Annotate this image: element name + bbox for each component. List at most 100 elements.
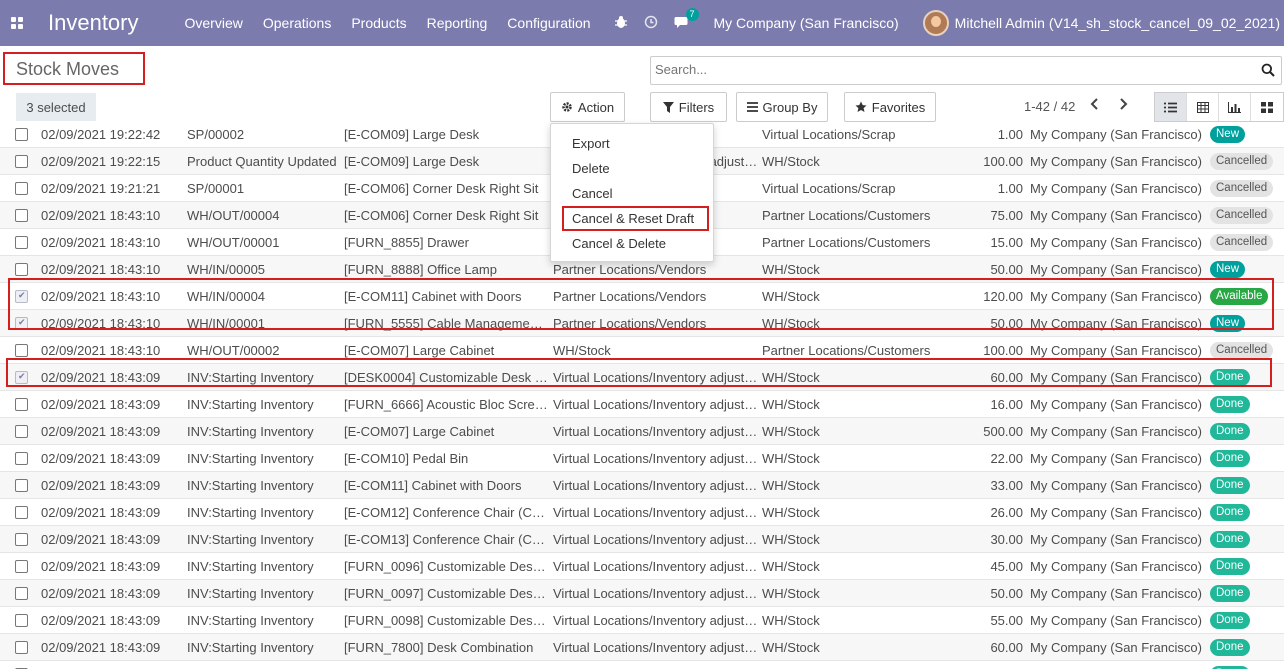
table-row[interactable]: 02/09/2021 18:43:09INV:Starting Inventor… <box>0 661 1284 669</box>
table-row[interactable]: 02/09/2021 18:43:09INV:Starting Inventor… <box>0 580 1284 607</box>
cell-source-location: Virtual Locations/Inventory adjustment <box>553 559 758 574</box>
bug-icon[interactable] <box>614 15 628 32</box>
cell-source-location: Virtual Locations/Inventory adjustment <box>553 424 758 439</box>
cell-date: 02/09/2021 18:43:09 <box>41 451 161 466</box>
menu-operations[interactable]: Operations <box>263 15 331 31</box>
table-row[interactable]: 02/09/2021 18:43:09INV:Starting Inventor… <box>0 526 1284 553</box>
graph-view-icon[interactable] <box>1219 93 1251 121</box>
cell-destination-location: WH/Stock <box>762 154 820 169</box>
row-checkbox[interactable] <box>15 344 28 357</box>
filters-button[interactable]: Filters <box>650 92 727 122</box>
star-icon <box>855 101 867 112</box>
row-checkbox[interactable] <box>15 560 28 573</box>
cell-product: [E-COM11] Cabinet with Doors <box>344 289 522 304</box>
table-row[interactable]: 02/09/2021 18:43:09INV:Starting Inventor… <box>0 634 1284 661</box>
cell-quantity: 22.00 <box>990 451 1023 466</box>
cell-quantity: 50.00 <box>990 262 1023 277</box>
cell-reference: INV:Starting Inventory <box>187 370 314 385</box>
status-badge: Done <box>1210 612 1250 629</box>
table-row[interactable]: 02/09/2021 18:43:09INV:Starting Inventor… <box>0 364 1284 391</box>
row-checkbox[interactable] <box>15 587 28 600</box>
cell-source-location: Virtual Locations/Inventory adjustment <box>553 451 758 466</box>
row-checkbox[interactable] <box>15 236 28 249</box>
status-badge: Done <box>1210 558 1250 575</box>
clock-icon[interactable] <box>644 15 658 32</box>
cell-product: [E-COM07] Large Cabinet <box>344 424 495 439</box>
cell-quantity: 30.00 <box>990 532 1023 547</box>
menu-products[interactable]: Products <box>351 15 406 31</box>
row-checkbox[interactable] <box>15 641 28 654</box>
cell-reference: INV:Starting Inventory <box>187 532 314 547</box>
dashboard-view-icon[interactable] <box>1251 93 1283 121</box>
row-checkbox[interactable] <box>15 452 28 465</box>
cell-quantity: 15.00 <box>990 235 1023 250</box>
search-icon[interactable] <box>1261 63 1275 77</box>
row-checkbox[interactable] <box>15 155 28 168</box>
table-row[interactable]: 02/09/2021 18:43:09INV:Starting Inventor… <box>0 607 1284 634</box>
pager-previous-icon[interactable] <box>1090 97 1100 116</box>
menu-item-export[interactable]: Export <box>572 136 610 151</box>
cell-product: [E-COM06] Corner Desk Right Sit <box>344 181 539 196</box>
row-checkbox[interactable] <box>15 128 28 141</box>
menu-reporting[interactable]: Reporting <box>427 15 488 31</box>
cell-quantity: 50.00 <box>990 316 1023 331</box>
row-checkbox[interactable] <box>15 182 28 195</box>
menu-item-delete[interactable]: Delete <box>572 161 610 176</box>
row-checkbox[interactable] <box>15 506 28 519</box>
group-by-button[interactable]: Group By <box>736 92 828 122</box>
menu-configuration[interactable]: Configuration <box>507 15 590 31</box>
pager-next-icon[interactable] <box>1118 97 1128 116</box>
row-checkbox[interactable] <box>15 290 28 303</box>
company-switcher[interactable]: My Company (San Francisco) <box>714 15 899 31</box>
pager-value[interactable]: 1-42 / 42 <box>1024 99 1075 114</box>
row-checkbox[interactable] <box>15 533 28 546</box>
menu-item-cancel[interactable]: Cancel <box>572 186 612 201</box>
apps-grid-icon[interactable] <box>0 0 34 46</box>
cell-reference: INV:Starting Inventory <box>187 559 314 574</box>
table-row[interactable]: 02/09/2021 18:43:10 WH/IN/00004 [E-COM11] … <box>0 283 1284 310</box>
row-checkbox[interactable] <box>15 263 28 276</box>
status-badge: New <box>1210 315 1246 332</box>
row-checkbox[interactable] <box>15 398 28 411</box>
row-checkbox[interactable] <box>15 614 28 627</box>
favorites-button[interactable]: Favorites <box>844 92 936 122</box>
user-menu[interactable]: Mitchell Admin (V14_sh_stock_cancel_09_0… <box>955 15 1280 31</box>
row-checkbox[interactable] <box>15 317 28 330</box>
list-view-icon[interactable] <box>1155 93 1187 121</box>
table-row[interactable]: 02/09/2021 18:43:09INV:Starting Inventor… <box>0 391 1284 418</box>
cell-company: My Company (San Francisco) <box>1030 613 1202 628</box>
row-checkbox[interactable] <box>15 425 28 438</box>
status-badge: Available <box>1210 288 1269 305</box>
cancel-reset-draft-highlight <box>562 206 709 231</box>
menu-item-cancel-delete[interactable]: Cancel & Delete <box>572 236 666 251</box>
table-row[interactable]: 02/09/2021 18:43:10 WH/OUT/00002 [E-COM07]… <box>0 337 1284 364</box>
cell-destination-location: WH/Stock <box>762 397 820 412</box>
menu-overview[interactable]: Overview <box>185 15 243 31</box>
cell-source-location: Partner Locations/Vendors <box>553 289 707 304</box>
app-name[interactable]: Inventory <box>48 10 139 36</box>
cell-destination-location: Virtual Locations/Scrap <box>762 181 896 196</box>
cell-destination-location: Partner Locations/Customers <box>762 235 931 250</box>
cell-reference: INV:Starting Inventory <box>187 478 314 493</box>
row-checkbox[interactable] <box>15 209 28 222</box>
action-button[interactable]: Action <box>550 92 625 122</box>
table-row[interactable]: 02/09/2021 18:43:10 WH/IN/00001 [FURN_5555… <box>0 310 1284 337</box>
cell-company: My Company (San Francisco) <box>1030 586 1202 601</box>
table-row[interactable]: 02/09/2021 18:43:09INV:Starting Inventor… <box>0 472 1284 499</box>
pivot-view-icon[interactable] <box>1187 93 1219 121</box>
table-row[interactable]: 02/09/2021 18:43:09INV:Starting Inventor… <box>0 418 1284 445</box>
cell-destination-location: WH/Stock <box>762 316 820 331</box>
table-row[interactable]: 02/09/2021 18:43:09INV:Starting Inventor… <box>0 499 1284 526</box>
search-bar[interactable] <box>650 56 1282 85</box>
row-checkbox[interactable] <box>15 371 28 384</box>
table-row[interactable]: 02/09/2021 18:43:09INV:Starting Inventor… <box>0 553 1284 580</box>
search-input[interactable] <box>655 62 1235 77</box>
cell-company: My Company (San Francisco) <box>1030 262 1202 277</box>
user-avatar[interactable] <box>922 10 949 36</box>
row-checkbox[interactable] <box>15 479 28 492</box>
status-badge: Done <box>1210 531 1250 548</box>
table-row[interactable]: 02/09/2021 18:43:09INV:Starting Inventor… <box>0 445 1284 472</box>
cell-company: My Company (San Francisco) <box>1030 343 1202 358</box>
cell-company: My Company (San Francisco) <box>1030 478 1202 493</box>
chat-icon[interactable]: 7 <box>674 7 699 32</box>
